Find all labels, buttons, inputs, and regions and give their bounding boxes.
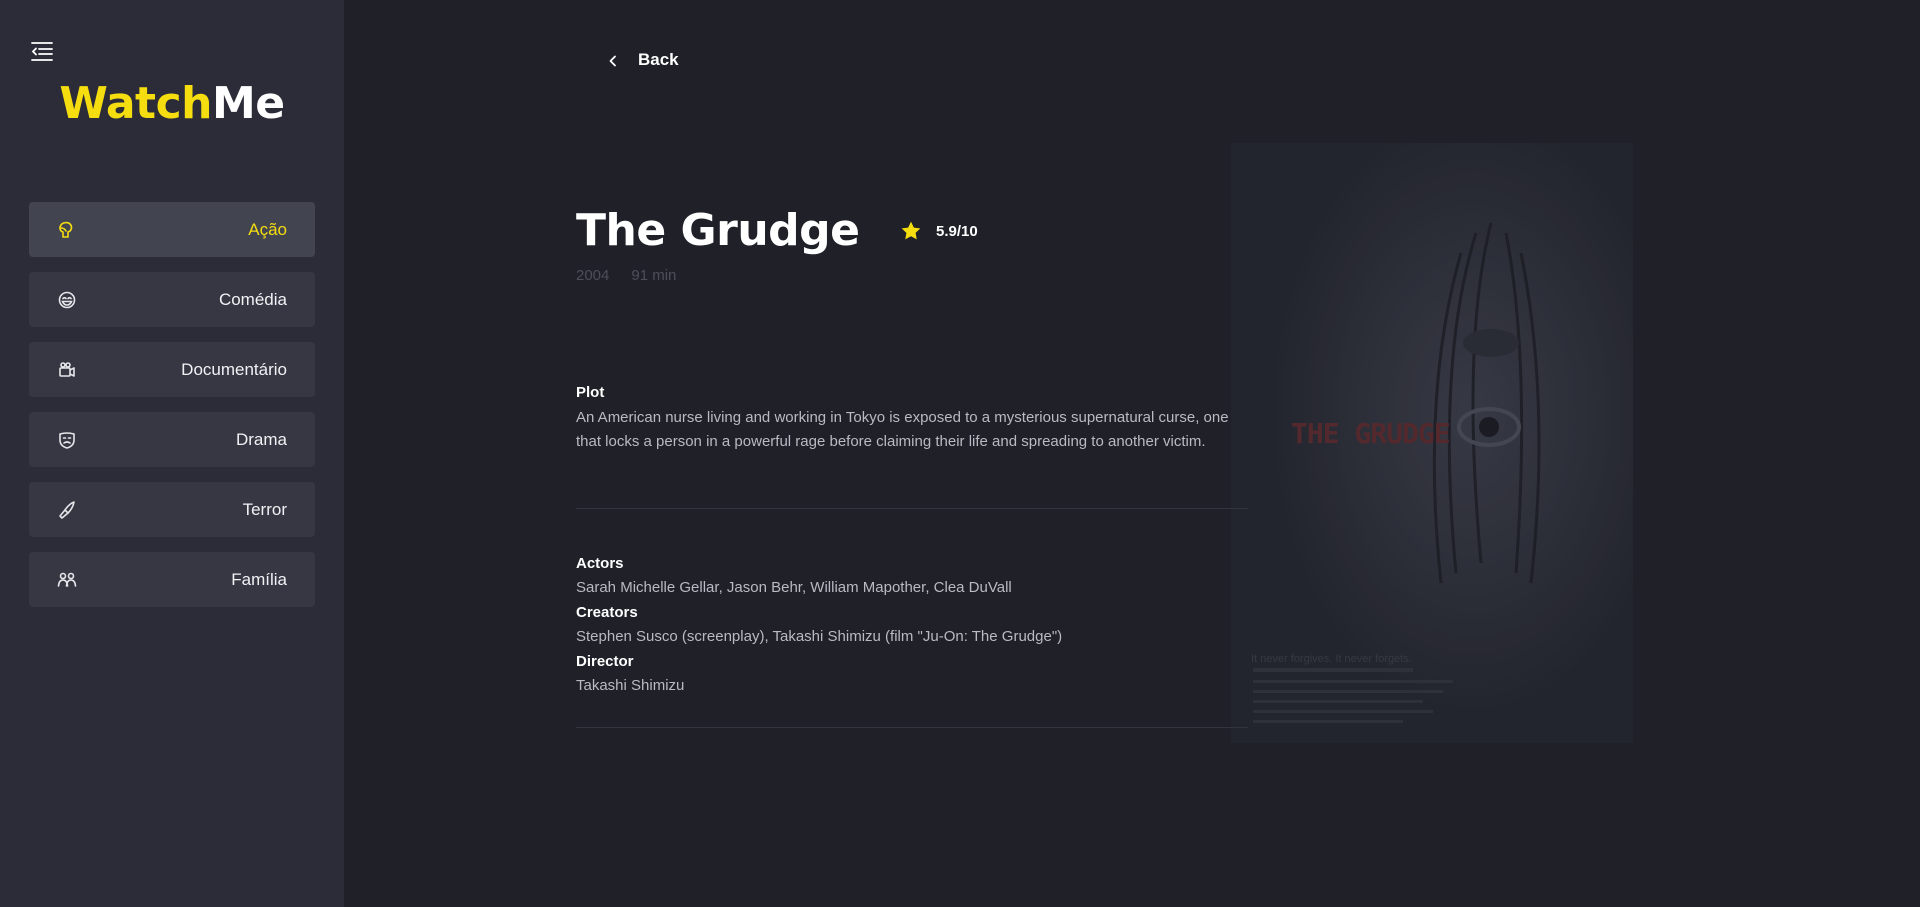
boxing-glove-icon [57,220,77,240]
menu-collapse-icon[interactable] [30,40,54,62]
genre-label: Documentário [181,360,287,379]
genre-label: Ação [248,220,287,239]
movie-poster: THE GRUDGE It never forgives. It never f… [1231,143,1633,743]
mask-icon [57,430,77,450]
genre-label: Comédia [218,290,287,309]
genre-label: Drama [235,430,287,449]
movie-runtime: 91 min [631,267,677,284]
director-text: Takashi Shimizu [576,677,685,694]
camera-icon [57,360,77,380]
rating: 5.9/10 [900,220,978,242]
actors-heading: Actors [576,555,624,572]
star-icon [900,220,922,242]
director-heading: Director [576,653,634,670]
genre-label: Família [231,570,287,589]
genre-item-acao[interactable]: Ação [29,202,315,257]
actors-text: Sarah Michelle Gellar, Jason Behr, Willi… [576,579,1012,596]
genre-item-comedia[interactable]: Comédia [29,272,315,327]
sidebar: WatchMe Ação Comédia Documentário Drama … [0,0,344,907]
creators-text: Stephen Susco (screenplay), Takashi Shim… [576,628,1063,645]
back-label: Back [638,50,679,69]
plot-text: An American nurse living and working in … [576,409,1229,450]
movie-title: The Grudge [576,205,860,256]
app: WatchMe Ação Comédia Documentário Drama … [0,0,1920,907]
creators-heading: Creators [576,604,638,621]
genre-item-documentario[interactable]: Documentário [29,342,315,397]
laughing-face-icon [57,290,77,310]
plot-heading: Plot [576,384,605,401]
divider [576,508,1248,509]
logo: WatchMe [0,78,344,129]
movie-meta: 2004 91 min [576,267,698,284]
genre-label: Terror [242,500,287,519]
back-button[interactable]: Back [606,50,679,70]
poster-tagline: It never forgives. It never forgets. [1251,653,1412,665]
genre-item-terror[interactable]: Terror [29,482,315,537]
rating-value: 5.9/10 [936,222,978,240]
genre-nav: Ação Comédia Documentário Drama Terror F… [29,202,315,622]
logo-watch: Watch [59,78,212,129]
divider [576,727,1248,728]
genre-item-familia[interactable]: Família [29,552,315,607]
movie-year: 2004 [576,267,610,284]
knife-icon [57,500,77,520]
genre-item-drama[interactable]: Drama [29,412,315,467]
family-icon [57,570,77,590]
logo-me: Me [211,78,285,129]
movie-details: Back THE GRUDGE It never forgives. It ne… [344,0,1920,907]
chevron-left-icon [606,53,620,67]
poster-title: THE GRUDGE [1291,417,1451,450]
